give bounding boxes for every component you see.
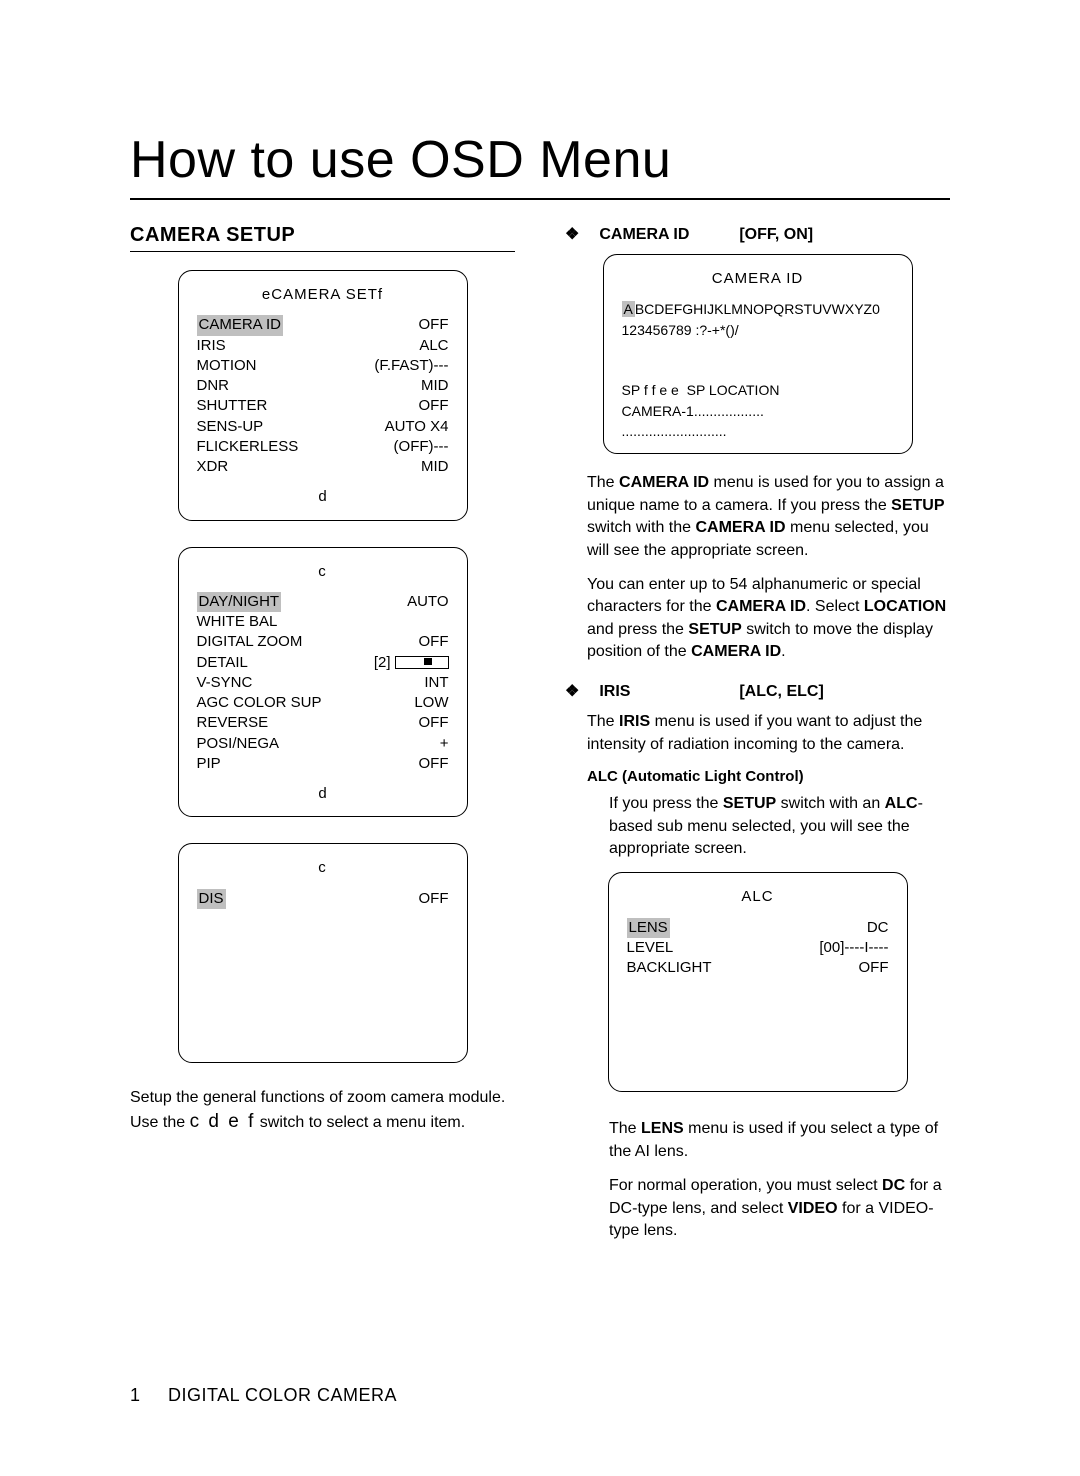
osd-row: SHUTTEROFF (197, 396, 449, 416)
osd-box-page2: c DAY/NIGHTAUTO WHITE BAL DIGITAL ZOOMOF… (178, 547, 468, 818)
page-number: 1 (130, 1385, 150, 1406)
item-heading-iris: ❖ IRIS [ALC, ELC] (565, 681, 950, 701)
paragraph: If you press the SETUP switch with an AL… (565, 793, 950, 860)
osd-box-camera-id: CAMERA ID ABCDEFGHIJKLMNOPQRSTUVWXYZ0 12… (603, 254, 913, 454)
osd-title: c (197, 562, 449, 582)
osd-title: c (197, 858, 449, 878)
osd-row: DNRMID (197, 376, 449, 396)
left-column: CAMERA SETUP eCAMERA SETf CAMERA IDOFF I… (130, 224, 515, 1254)
osd-row: V-SYNCINT (197, 673, 449, 693)
bullet-icon: ❖ (565, 224, 579, 244)
osd-row: PIPOFF (197, 754, 449, 774)
osd-row: DAY/NIGHTAUTO (197, 592, 449, 612)
osd-row: CAMERA IDOFF (197, 315, 449, 335)
osd-row: DETAIL[2] (197, 653, 449, 673)
bullet-icon: ❖ (565, 681, 579, 701)
osd-row: REVERSEOFF (197, 713, 449, 733)
osd-row: IRISALC (197, 336, 449, 356)
paragraph: The LENS menu is used if you select a ty… (565, 1118, 950, 1163)
osd-row: SENS-UPAUTO X4 (197, 417, 449, 437)
osd-row: XDRMID (197, 457, 449, 477)
paragraph: You can enter up to 54 alphanumeric or s… (565, 574, 950, 664)
osd-row: MOTION(F.FAST)--- (197, 356, 449, 376)
caption-line: Setup the general functions of zoom came… (130, 1089, 515, 1107)
item-heading-camera-id: ❖ CAMERA ID [OFF, ON] (565, 224, 950, 244)
osd-row: DISOFF (197, 889, 449, 909)
dpad-keys: c d e f (190, 1111, 256, 1132)
osd-row: FLICKERLESS(OFF)--- (197, 437, 449, 457)
osd-row: BACKLIGHTOFF (627, 958, 889, 978)
osd-foot: d (197, 784, 449, 804)
section-title-camera-setup: CAMERA SETUP (130, 224, 515, 252)
caption-line: Use the c d e f switch to select a menu … (130, 1111, 515, 1133)
osd-text: ABCDEFGHIJKLMNOPQRSTUVWXYZ0 123456789 :?… (622, 299, 894, 441)
two-column-layout: CAMERA SETUP eCAMERA SETf CAMERA IDOFF I… (130, 224, 950, 1254)
osd-title: ALC (627, 887, 889, 907)
osd-row: LEVEL[00]----I---- (627, 938, 889, 958)
osd-box-page3: c DISOFF (178, 843, 468, 1063)
page-title: How to use OSD Menu (130, 130, 950, 200)
osd-title: CAMERA ID (622, 269, 894, 289)
right-column: ❖ CAMERA ID [OFF, ON] CAMERA ID ABCDEFGH… (565, 224, 950, 1254)
osd-box-alc: ALC LENSDC LEVEL[00]----I---- BACKLIGHTO… (608, 872, 908, 1092)
osd-row: WHITE BAL (197, 612, 449, 632)
subheading-alc: ALC (Automatic Light Control) (565, 768, 950, 785)
osd-foot: d (197, 487, 449, 507)
osd-row: AGC COLOR SUPLOW (197, 693, 449, 713)
page: How to use OSD Menu CAMERA SETUP eCAMERA… (0, 0, 1080, 1476)
page-footer: 1 DIGITAL COLOR CAMERA (130, 1385, 397, 1406)
osd-box-camera-set: eCAMERA SETf CAMERA IDOFF IRISALC MOTION… (178, 270, 468, 521)
paragraph: The CAMERA ID menu is used for you to as… (565, 472, 950, 562)
footer-label: DIGITAL COLOR CAMERA (168, 1385, 397, 1406)
slider-icon (395, 656, 449, 669)
osd-row: POSI/NEGA+ (197, 734, 449, 754)
osd-title: eCAMERA SETf (197, 285, 449, 305)
osd-row: DIGITAL ZOOMOFF (197, 632, 449, 652)
paragraph: The IRIS menu is used if you want to adj… (565, 711, 950, 756)
paragraph: For normal operation, you must select DC… (565, 1175, 950, 1242)
osd-row: LENSDC (627, 918, 889, 938)
